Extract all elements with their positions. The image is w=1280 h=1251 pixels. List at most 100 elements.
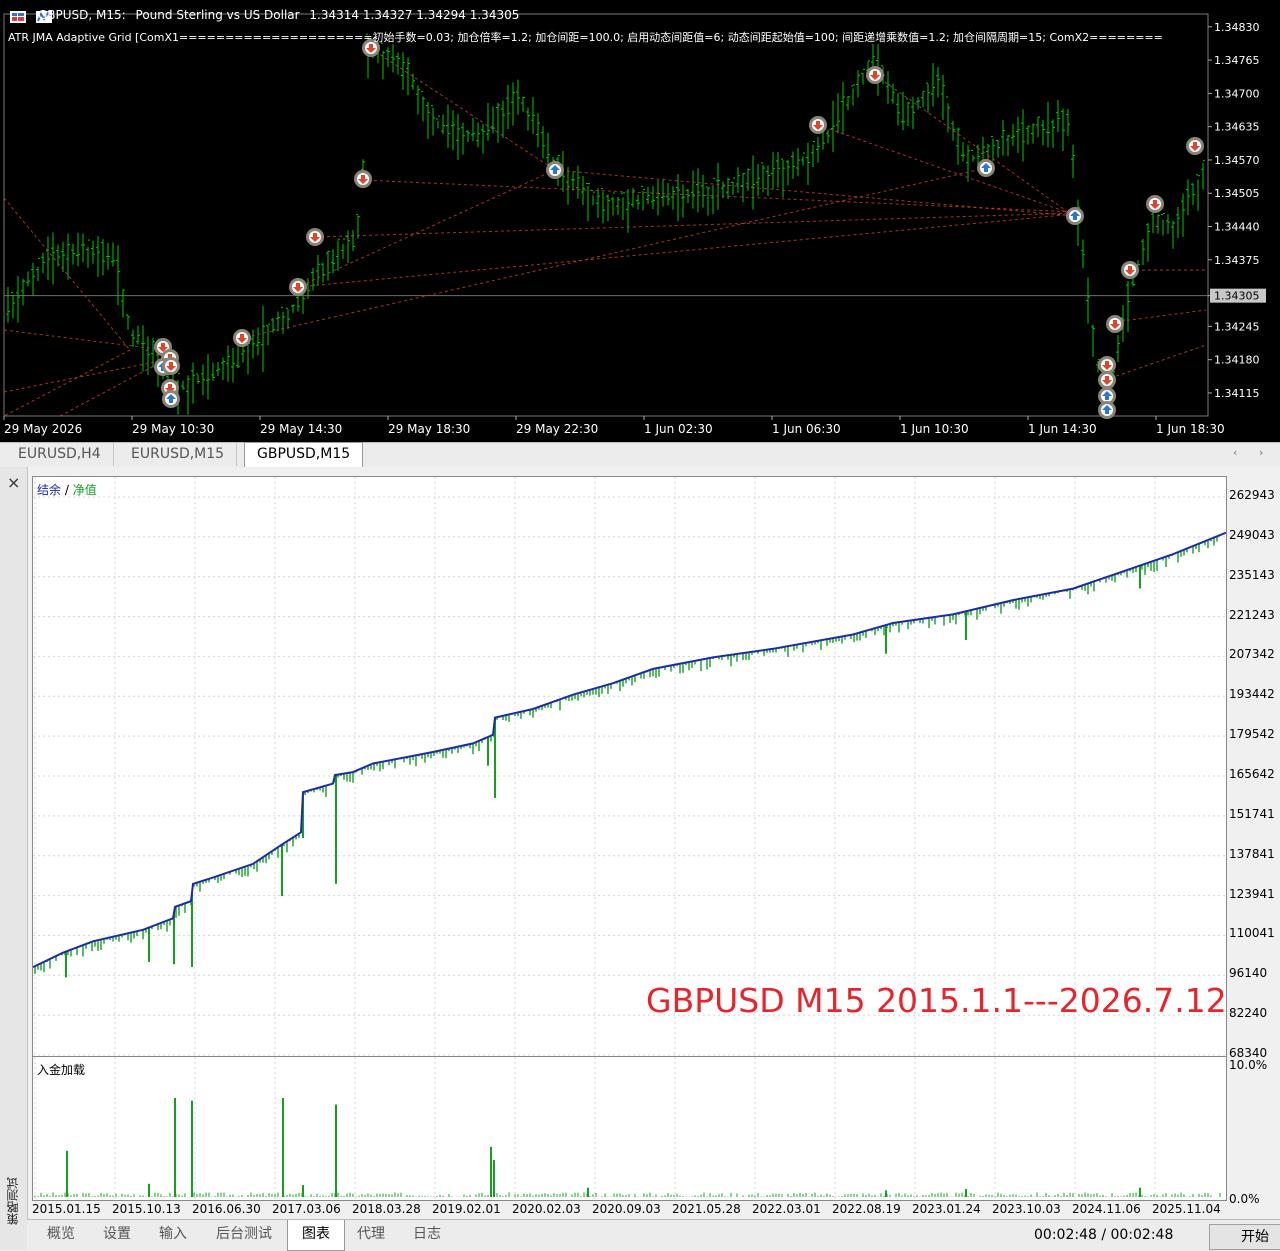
equity-y-label: 110041 (1229, 926, 1275, 941)
tab-graph[interactable]: 图表 (287, 1220, 345, 1251)
x-tick-label: 1 Jun 18:30 (1156, 422, 1225, 436)
x-tick-label: 29 May 18:30 (388, 422, 470, 436)
x-tick-label: 1 Jun 02:30 (644, 422, 713, 436)
buy-arrow-icon (977, 159, 995, 177)
grid-link-lines (3, 47, 1207, 417)
equity-y-label: 262943 (1229, 488, 1275, 502)
equity-grid (33, 477, 1226, 1057)
chart-title-bar: GBPUSD, M15: Pound Sterling vs US Dollar… (38, 8, 525, 22)
sell-arrow-icon (1098, 371, 1116, 389)
ohlc-values: 1.34314 1.34327 1.34294 1.34305 (309, 8, 520, 22)
tester-sidebar: × 策略测试 (0, 467, 28, 1250)
y-tick-label: 1.34830 (1214, 21, 1260, 34)
buy-arrow-icon (162, 390, 180, 408)
grid-link-line (297, 213, 1076, 288)
sidebar-label: 策略测试 (6, 1177, 20, 1225)
tester-bottom-tabs: 概览 设置 输入 后台测试 图表 代理 日志 00:02:48 / 00:02:… (27, 1219, 1280, 1251)
start-button[interactable]: 开始 (1209, 1224, 1280, 1250)
grid-link-line (59, 359, 166, 417)
x-tick-label: 1 Jun 14:30 (1028, 422, 1097, 436)
tab-eurusd-m15[interactable]: EURUSD,M15 (119, 443, 238, 466)
legend-equity: 净值 (72, 483, 97, 497)
tab-gbpusd-m15[interactable]: GBPUSD,M15 (244, 442, 364, 467)
x-tick-label: 2020.09.03 (592, 1202, 661, 1216)
x-tick-label: 2015.10.13 (112, 1202, 181, 1216)
buy-arrow-icon (546, 161, 564, 179)
x-tick-label: 29 May 22:30 (516, 422, 598, 436)
x-tick-label: 2020.02.03 (512, 1202, 581, 1216)
equity-y-label: 165642 (1229, 766, 1275, 781)
y-tick-label: 1.34635 (1214, 121, 1260, 134)
x-tick-label: 2017.03.06 (272, 1202, 341, 1216)
load-grid (34, 1057, 1156, 1200)
equity-y-label: 96140 (1229, 966, 1268, 981)
grid-link-line (297, 169, 556, 288)
balance-equity-chart[interactable]: 结余 / 净值 GBPUSD M15 2015.1.1---2026.7.12 (32, 476, 1227, 1058)
load-bars (34, 1098, 1221, 1197)
x-tick-label: 2018.03.28 (352, 1202, 421, 1216)
x-tick-label: 29 May 10:30 (132, 422, 214, 436)
y-tick-label: 1.34180 (1214, 354, 1260, 367)
tab-inputs[interactable]: 输入 (145, 1220, 201, 1250)
y-tick-label: 1.34375 (1214, 254, 1260, 267)
equity-y-label: 207342 (1229, 647, 1275, 662)
y-tick-label: 1.34245 (1214, 320, 1260, 333)
plot-frame (3, 13, 1209, 417)
grid-link-line (817, 124, 1076, 216)
x-tick-label: 2016.06.30 (192, 1202, 261, 1216)
sell-arrow-icon (354, 170, 372, 188)
x-tick-label: 1 Jun 06:30 (772, 422, 841, 436)
tab-journal[interactable]: 日志 (399, 1220, 455, 1250)
x-tick-label: 2024.11.06 (1072, 1202, 1141, 1216)
tab-settings[interactable]: 设置 (89, 1220, 145, 1250)
elapsed-timer: 00:02:48 / 00:02:48 (1034, 1227, 1174, 1243)
grid-link-line (314, 212, 1076, 238)
price-chart-canvas[interactable]: 1.34830 1.34765 1.34700 1.34635 1.34570 1.345… (0, 0, 1280, 442)
price-chart[interactable]: 1.34830 1.34765 1.34700 1.34635 1.34570 1.345… (0, 0, 1280, 442)
sell-arrow-icon (1146, 195, 1164, 213)
load-y-label: 10.0% (1229, 1058, 1268, 1072)
buy-arrow-icon (1066, 207, 1084, 225)
close-icon[interactable]: × (7, 473, 20, 492)
chart-legend: 结余 / 净值 (37, 481, 97, 498)
x-tick-label: 29 May 14:30 (260, 422, 342, 436)
equity-y-label: 193442 (1229, 687, 1275, 702)
grid-link-line (874, 74, 1076, 218)
overlay-caption: GBPUSD M15 2015.1.1---2026.7.12 (646, 981, 1227, 1020)
grid-link-line (3, 359, 166, 393)
x-tick-label: 2025.11.04 (1152, 1202, 1221, 1216)
deposit-load-chart[interactable]: 入金加载 (32, 1056, 1227, 1201)
x-tick-label: 2015.01.15 (32, 1202, 101, 1216)
balance-line (33, 531, 1226, 969)
tab-backtest[interactable]: 后台测试 (201, 1220, 287, 1250)
equity-y-label: 151741 (1229, 806, 1275, 821)
equity-y-label: 123941 (1229, 886, 1275, 901)
sell-arrow-icon (233, 329, 251, 347)
indicator-label: ATR JMA Adaptive Grid [ComX1============… (8, 31, 1163, 44)
equity-y-label: 249043 (1229, 527, 1275, 542)
tab-eurusd-h4[interactable]: EURUSD,H4 (6, 443, 114, 466)
x-tick-label: 2022.03.01 (752, 1202, 821, 1216)
balance-equity-canvas (33, 477, 1226, 1057)
y-tick-label: 1.34115 (1214, 387, 1260, 400)
x-tick-label: 2021.05.28 (672, 1202, 741, 1216)
chart-tab-bar: EURUSD,H4 EURUSD,M15 GBPUSD,M15 ‹ › (0, 442, 1280, 468)
tab-overview[interactable]: 概览 (33, 1220, 89, 1250)
price-bars (6, 33, 1205, 417)
load-label: 入金加载 (37, 1063, 86, 1077)
sell-arrow-icon (1121, 261, 1139, 279)
tab-agents[interactable]: 代理 (343, 1220, 399, 1250)
x-tick-label: 2023.10.03 (992, 1202, 1061, 1216)
tab-next-arrow-icon[interactable]: › (1259, 446, 1263, 459)
load-y-label: 0.0% (1229, 1192, 1260, 1206)
grid-link-line (3, 329, 166, 351)
grid-link-line (3, 197, 131, 351)
tab-prev-arrow-icon[interactable]: ‹ (1233, 446, 1237, 459)
sell-arrow-icon (162, 357, 180, 375)
y-tick-label: 1.34505 (1214, 187, 1260, 200)
legend-balance: 结余 (37, 483, 62, 497)
equity-drawdowns (34, 535, 1221, 978)
sell-arrow-icon (809, 116, 827, 134)
deposit-load-canvas (34, 1057, 1221, 1200)
y-tick-label: 1.34440 (1214, 221, 1260, 234)
